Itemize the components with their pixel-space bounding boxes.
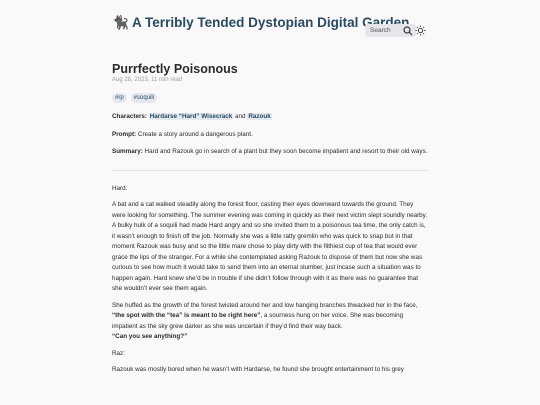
story-paragraph-3: She huffed as the growth of the forest t… — [112, 301, 428, 333]
story-paragraph-2: A bulky hulk of a soquili had made Hard … — [112, 222, 426, 292]
story-body: Hard: A bat and a cat walked steadily al… — [112, 184, 428, 376]
story-quote: “the spot with the “tea” is meant to be … — [112, 312, 261, 319]
divider — [112, 169, 428, 171]
tag-soquili[interactable]: #soquili — [130, 93, 158, 103]
speaker-raz: Raz: — [112, 349, 125, 357]
search-icon — [403, 25, 413, 35]
story-paragraph-1: A bat and a cat walked steadily along th… — [112, 201, 428, 219]
summary-label: Summary: — [112, 148, 143, 155]
post-title: Purrfectly Poisonous — [112, 62, 238, 76]
page: 🐈‍⬛ A Terribly Tended Dystopian Digital … — [0, 0, 540, 405]
article: Purrfectly Poisonous Aug 28, 2023, 11 mi… — [112, 62, 428, 376]
speaker-hard: Hard: — [112, 184, 128, 192]
character-link-hard[interactable]: Hardarse “Hard” Wisecrack — [148, 113, 234, 120]
character-link-razouk[interactable]: Razouk — [247, 113, 272, 120]
characters-line: Characters: Hardarse “Hard” Wisecrack an… — [112, 112, 428, 123]
characters-and: and — [235, 113, 246, 120]
tag-list: #rp #soquili — [112, 93, 428, 103]
prompt-text: Create a story around a dangerous plant. — [137, 130, 253, 138]
prompt-line: Prompt: Create a story around a dangerou… — [112, 130, 428, 141]
story-paragraph-4: Razouk was mostly bored when he wasn’t w… — [112, 366, 404, 373]
search-label: Search — [370, 27, 391, 34]
story-paragraph-3-start: She huffed as the growth of the forest t… — [112, 301, 418, 309]
prompt-label: Prompt: — [112, 130, 137, 138]
summary-line: Summary: Hard and Razouk go in search of… — [112, 147, 428, 158]
story-dialogue-line: “Can you see anything?” — [112, 333, 188, 340]
search-button[interactable]: Search — [365, 24, 416, 37]
characters-label: Characters: — [112, 113, 147, 120]
summary-text: Hard and Razouk go in search of a plant … — [144, 148, 428, 155]
post-meta: Aug 28, 2023, 11 min read — [112, 77, 183, 83]
tag-rp[interactable]: #rp — [112, 93, 127, 103]
sun-icon[interactable] — [415, 25, 426, 36]
